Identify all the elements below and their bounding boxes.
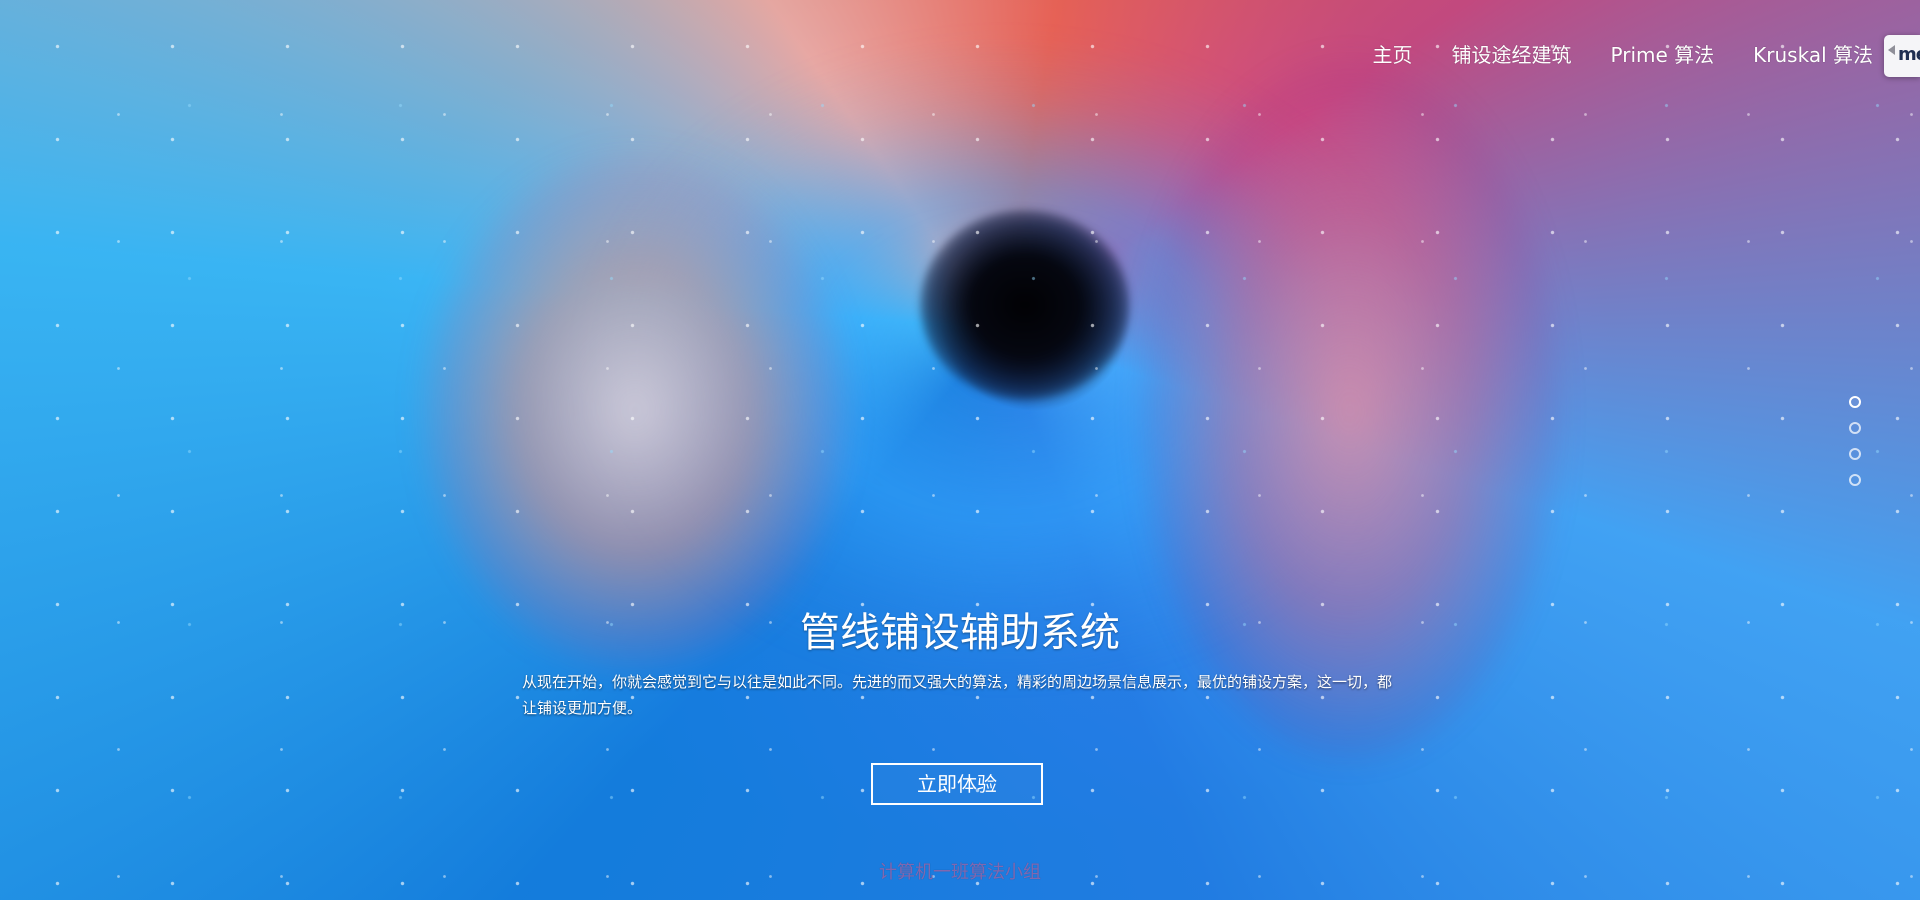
- main-navigation: 主页 铺设途经建筑 Prime 算法 Kruskal 算法: [1373, 42, 1873, 68]
- try-now-button[interactable]: 立即体验: [871, 763, 1043, 805]
- hero-title: 管线铺设辅助系统: [800, 610, 1120, 656]
- hero-description: 从现在开始，你就会感觉到它与以往是如此不同。先进的而又强大的算法，精彩的周边场景…: [522, 673, 1393, 717]
- footer-credit: 计算机一班算法小组: [879, 862, 1041, 883]
- profile-chip[interactable]: me: [1884, 35, 1920, 77]
- nav-home-link[interactable]: 主页: [1373, 42, 1413, 68]
- nav-prime-link[interactable]: Prime 算法: [1611, 42, 1715, 68]
- carousel-indicator-4[interactable]: [1849, 474, 1861, 486]
- hero-background: 主页 铺设途经建筑 Prime 算法 Kruskal 算法 me 管线铺设辅助系…: [0, 0, 1920, 900]
- carousel-indicator-3[interactable]: [1849, 448, 1861, 460]
- profile-chip-text: me: [1898, 44, 1920, 65]
- nav-route-building-link[interactable]: 铺设途经建筑: [1452, 42, 1572, 68]
- nav-kruskal-link[interactable]: Kruskal 算法: [1753, 42, 1873, 68]
- carousel-indicator-1[interactable]: [1849, 396, 1861, 408]
- collapse-arrow-icon: [1888, 45, 1895, 55]
- carousel-indicator-2[interactable]: [1849, 422, 1861, 434]
- carousel-indicators: [1849, 396, 1861, 486]
